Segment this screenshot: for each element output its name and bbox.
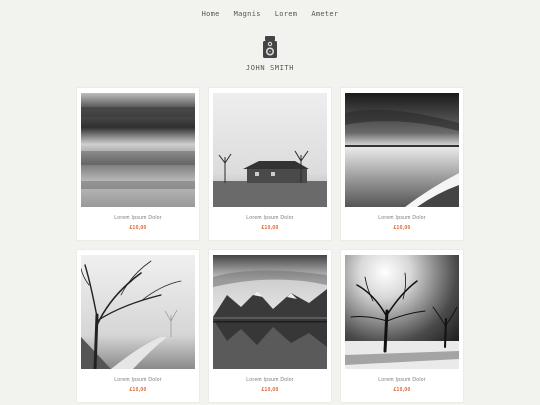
product-card[interactable]: Lorem Ipsum Dolor £10,00 [209,250,331,402]
product-card[interactable]: Lorem Ipsum Dolor £10,00 [209,88,331,240]
nav-item-magnis[interactable]: Magnis [234,10,261,18]
product-price: £10,00 [261,225,279,231]
product-price: £10,00 [261,387,279,393]
product-card[interactable]: Lorem Ipsum Dolor £10,00 [77,250,199,402]
product-image-foggy-road[interactable] [81,255,195,369]
product-card[interactable]: Lorem Ipsum Dolor £10,00 [341,250,463,402]
nav-item-ameter[interactable]: Ameter [311,10,338,18]
product-title[interactable]: Lorem Ipsum Dolor [341,215,463,221]
product-title[interactable]: Lorem Ipsum Dolor [209,377,331,383]
nav-item-lorem[interactable]: Lorem [275,10,298,18]
product-price: £10,00 [129,387,147,393]
product-title[interactable]: Lorem Ipsum Dolor [341,377,463,383]
product-price: £10,00 [129,225,147,231]
product-image-winter-trees[interactable] [345,255,459,369]
product-grid: Lorem Ipsum Dolor £10,00 Lorem Ipsum Dol… [77,88,463,402]
product-title[interactable]: Lorem Ipsum Dolor [77,377,199,383]
product-price: £10,00 [393,225,411,231]
product-image-farmhouse[interactable] [213,93,327,207]
product-image-seascape[interactable] [345,93,459,207]
nav-item-home[interactable]: Home [202,10,220,18]
product-price: £10,00 [393,387,411,393]
product-image-mountain-lake[interactable] [213,255,327,369]
site-title: JOHN SMITH [245,64,295,72]
product-card[interactable]: Lorem Ipsum Dolor £10,00 [341,88,463,240]
product-image-misty-landscape[interactable] [81,93,195,207]
camera-icon[interactable] [262,36,278,58]
product-title[interactable]: Lorem Ipsum Dolor [77,215,199,221]
product-title[interactable]: Lorem Ipsum Dolor [209,215,331,221]
product-card[interactable]: Lorem Ipsum Dolor £10,00 [77,88,199,240]
main-nav: Home Magnis Lorem Ameter [0,10,540,18]
